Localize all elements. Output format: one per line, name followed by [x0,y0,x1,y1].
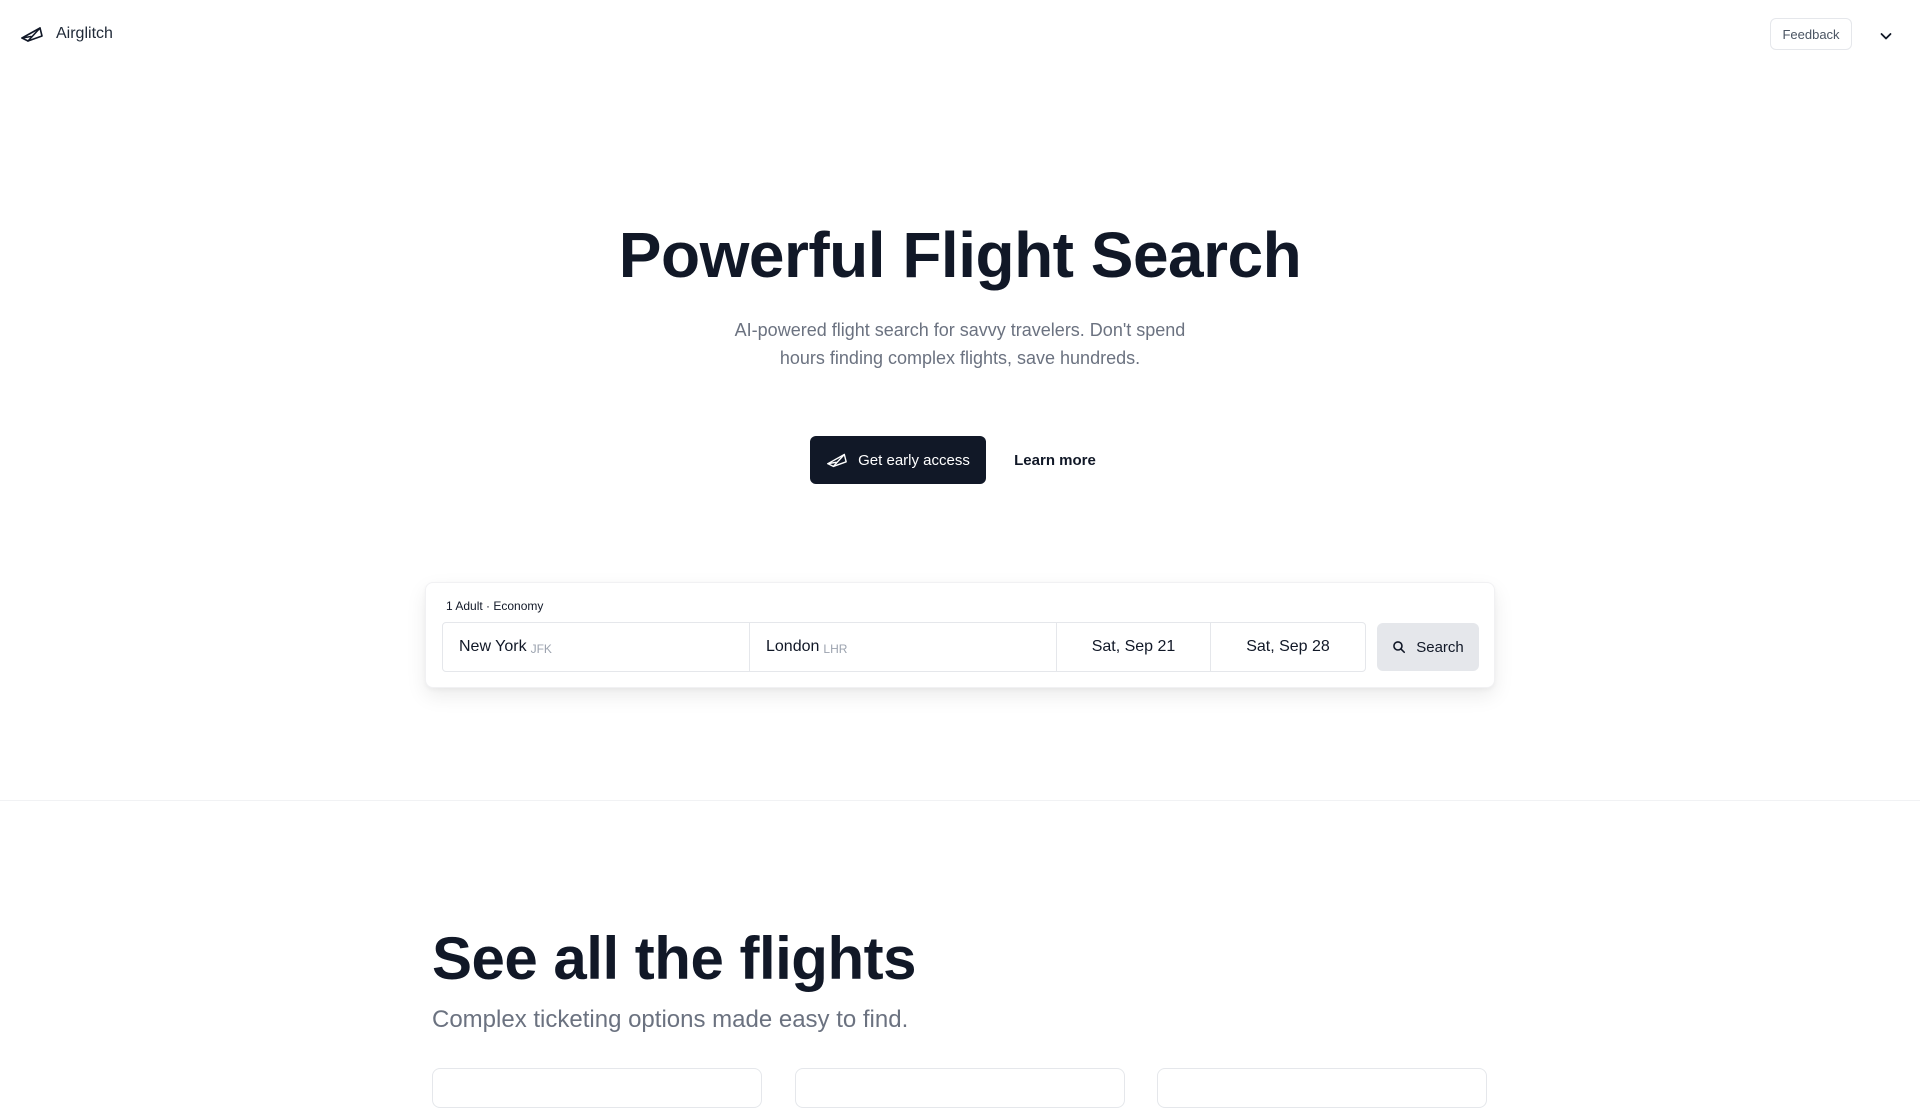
learn-more-button[interactable]: Learn more [1000,436,1110,484]
flight-search-card: 1 Adult · Economy New York JFK London LH… [425,582,1495,688]
origin-field[interactable]: New York JFK [443,623,750,671]
get-early-access-label: Get early access [858,451,970,469]
chevron-down-icon [1880,33,1892,40]
search-fields: New York JFK London LHR Sat, Sep 21 Sat,… [442,622,1366,672]
get-early-access-button[interactable]: Get early access [810,436,986,484]
section-title: See all the flights [432,925,916,992]
section-subtitle: Complex ticketing options made easy to f… [432,1006,909,1033]
destination-city: London [766,638,820,655]
hero-title: Powerful Flight Search [618,219,1302,291]
paper-plane-icon [21,27,43,42]
section-divider [0,800,1920,801]
site-header: Airglitch Feedback [0,0,1920,68]
search-button-label: Search [1416,638,1464,656]
return-date-field[interactable]: Sat, Sep 28 [1211,623,1365,671]
destination-field[interactable]: London LHR [750,623,1057,671]
feature-card [432,1068,762,1108]
feedback-button[interactable]: Feedback [1770,18,1852,50]
search-icon [1393,641,1406,654]
feature-card [795,1068,1125,1108]
feature-card [1157,1068,1487,1108]
brand-name: Airglitch [56,25,113,42]
destination-code: LHR [823,642,848,656]
account-menu-toggle[interactable] [1874,24,1898,48]
brand-link[interactable]: Airglitch [20,22,113,46]
depart-date: Sat, Sep 21 [1091,638,1176,655]
paper-plane-icon [827,453,847,468]
hero-subtitle: AI-powered flight search for savvy trave… [734,320,1186,368]
depart-date-field[interactable]: Sat, Sep 21 [1057,623,1211,671]
origin-city: New York [459,638,527,655]
origin-code: JFK [530,642,552,656]
search-button[interactable]: Search [1377,623,1479,671]
return-date: Sat, Sep 28 [1246,638,1330,655]
travelers-class-selector[interactable]: 1 Adult · Economy [446,599,543,613]
